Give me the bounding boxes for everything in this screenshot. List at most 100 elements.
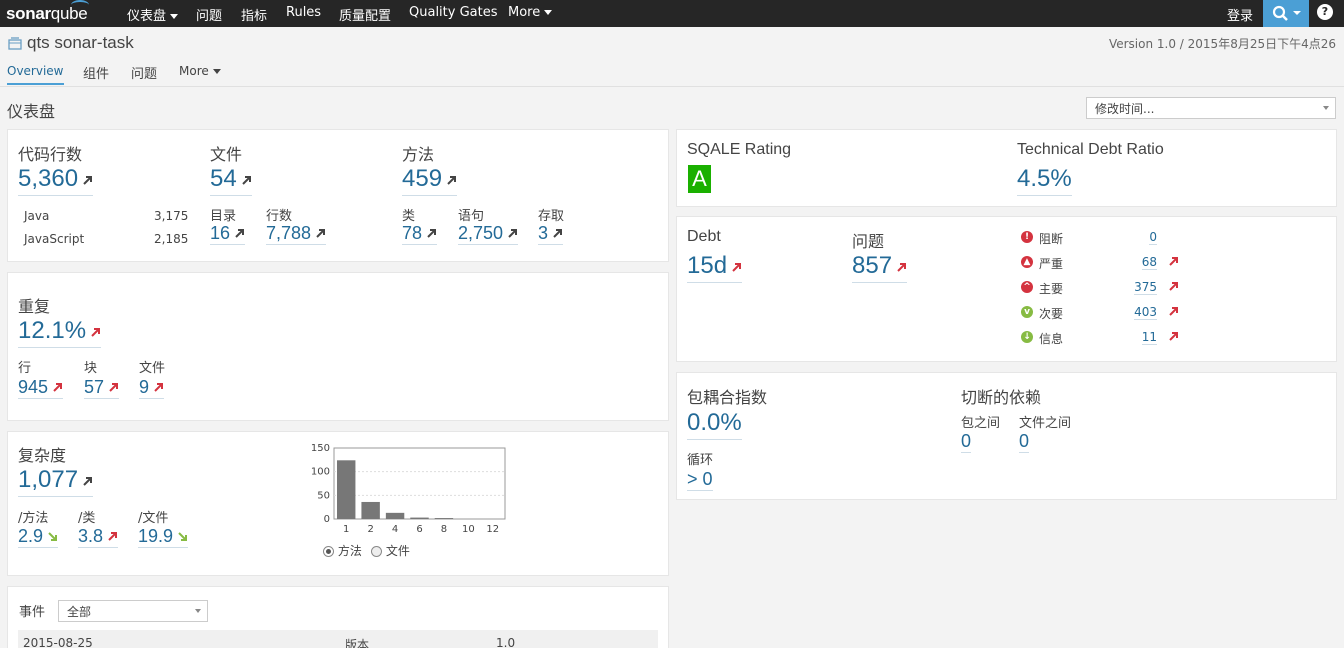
methods-value[interactable]: 459 xyxy=(402,165,458,196)
trend-up-bad-icon xyxy=(1169,307,1178,316)
tangle-value[interactable]: 0.0% xyxy=(687,409,742,440)
loc-value[interactable]: 5,360 xyxy=(18,165,94,196)
complexity-value[interactable]: 1,077 xyxy=(18,466,94,497)
issues-label: 问题 xyxy=(852,234,885,251)
between-files-value[interactable]: 0 xyxy=(1019,431,1030,453)
top-nav: sonarqube 仪表盘 问题 指标 Rules 质量配置 Quality G… xyxy=(0,0,1344,27)
trend-up-icon xyxy=(553,229,563,238)
chevron-down-icon xyxy=(1323,106,1329,110)
between-files-label: 文件之间 xyxy=(1019,416,1072,431)
radio-file[interactable]: 文件 xyxy=(371,542,410,559)
trend-up-icon xyxy=(508,229,518,238)
lines-value[interactable]: 7,788 xyxy=(266,223,327,245)
duplication-widget: 重复 12.1% 行 945 块 57 文件 9 xyxy=(7,272,669,421)
between-packages-label: 包之间 xyxy=(961,416,1001,431)
chart-bar xyxy=(361,501,380,519)
debt-value[interactable]: 15d xyxy=(687,252,743,283)
dup-lines-value[interactable]: 945 xyxy=(18,377,64,399)
complexity-distribution-chart: 0501001501 2 4 6 8 10 12 xyxy=(311,443,506,535)
help-icon[interactable]: ? xyxy=(1317,4,1333,20)
classes-value[interactable]: 78 xyxy=(402,223,438,245)
chart-x-tick-label: 2 xyxy=(367,524,373,535)
chart-y-tick-label: 50 xyxy=(317,490,330,501)
dup-files-label: 文件 xyxy=(139,361,166,376)
nav-quality-gates[interactable]: Quality Gates xyxy=(409,5,498,20)
radio-checked-icon xyxy=(323,546,334,557)
statements-label: 语句 xyxy=(458,209,485,224)
trend-up-bad-icon xyxy=(53,383,63,392)
duplication-label: 重复 xyxy=(18,299,51,316)
debt-label: Debt xyxy=(687,228,721,245)
trend-down-good-icon xyxy=(48,532,58,541)
chart-x-tick-label: 8 xyxy=(441,524,447,535)
chart-x-tick-label: 12 xyxy=(486,524,499,535)
duplication-value[interactable]: 12.1% xyxy=(18,317,102,348)
login-link[interactable]: 登录 xyxy=(1227,5,1253,24)
complexity-label: 复杂度 xyxy=(18,448,67,465)
dup-blocks-value[interactable]: 57 xyxy=(84,377,120,399)
project-icon xyxy=(8,37,22,50)
severity-count[interactable]: 68 xyxy=(1141,255,1157,270)
per-method-value[interactable]: 2.9 xyxy=(18,526,59,548)
chart-x-tick-label: 4 xyxy=(392,524,398,535)
statements-value[interactable]: 2,750 xyxy=(458,223,519,245)
tab-issues[interactable]: 问题 xyxy=(131,63,157,82)
table-row: 2015-08-25 版本 1.0 xyxy=(18,630,658,648)
chart-y-tick-label: 0 xyxy=(324,514,330,525)
sqale-rating-badge[interactable]: A xyxy=(688,165,711,193)
suspect-deps-label: 切断的依赖 xyxy=(961,390,1042,407)
severity-count[interactable]: 403 xyxy=(1134,305,1157,320)
dup-files-value[interactable]: 9 xyxy=(139,377,165,399)
period-select[interactable]: 修改时间... xyxy=(1086,97,1336,119)
files-label: 文件 xyxy=(210,147,243,164)
blocker-icon: ! xyxy=(1021,231,1033,243)
chevron-down-icon xyxy=(212,69,221,74)
radio-method[interactable]: 方法 xyxy=(323,542,362,559)
dup-lines-label: 行 xyxy=(18,361,32,376)
events-filter-select[interactable]: 全部 xyxy=(58,600,208,622)
nav-rules[interactable]: Rules xyxy=(286,5,321,20)
search-icon xyxy=(1272,5,1301,21)
trend-up-icon xyxy=(427,229,437,238)
radio-unchecked-icon xyxy=(371,546,382,557)
chart-x-tick-label: 10 xyxy=(462,524,475,535)
severity-count[interactable]: 375 xyxy=(1134,280,1157,295)
search-button[interactable] xyxy=(1263,0,1309,27)
files-value[interactable]: 54 xyxy=(210,165,252,196)
tab-overview[interactable]: Overview xyxy=(7,64,64,85)
event-name: 1.0 xyxy=(496,636,516,648)
sqale-rating-label: SQALE Rating xyxy=(687,141,792,158)
tab-more[interactable]: More xyxy=(179,64,221,78)
nav-measures[interactable]: 指标 xyxy=(241,5,267,24)
nav-quality-profiles[interactable]: 质量配置 xyxy=(339,5,391,24)
per-file-value[interactable]: 19.9 xyxy=(138,526,189,548)
sonarqube-logo[interactable]: sonarqube xyxy=(6,0,90,24)
loc-label: 代码行数 xyxy=(18,147,83,164)
between-packages-value[interactable]: 0 xyxy=(961,431,972,453)
accessors-value[interactable]: 3 xyxy=(538,223,564,245)
severity-name: 次要 xyxy=(1039,307,1064,321)
cycles-value[interactable]: > 0 xyxy=(687,469,713,491)
tangle-label: 包耦合指数 xyxy=(687,390,768,407)
nav-more[interactable]: More xyxy=(508,5,553,20)
per-file-label: /文件 xyxy=(138,511,169,526)
debt-ratio-value[interactable]: 4.5% xyxy=(1017,165,1072,196)
debt-ratio-label: Technical Debt Ratio xyxy=(1017,141,1164,158)
package-tangle-widget: 包耦合指数 0.0% 循环 > 0 切断的依赖 包之间 0 文件之间 0 xyxy=(676,372,1337,500)
chart-bar xyxy=(385,512,405,519)
severity-count[interactable]: 11 xyxy=(1141,330,1157,345)
classes-label: 类 xyxy=(402,209,416,224)
events-widget: 事件 全部 2015-08-25 版本 1.0 xyxy=(7,586,669,648)
trend-up-icon xyxy=(241,176,251,185)
minor-icon: v xyxy=(1021,306,1033,318)
dirs-value[interactable]: 16 xyxy=(210,223,246,245)
issues-value[interactable]: 857 xyxy=(852,252,908,283)
nav-dashboards[interactable]: 仪表盘 xyxy=(127,5,179,24)
tab-components[interactable]: 组件 xyxy=(83,63,109,82)
per-class-value[interactable]: 3.8 xyxy=(78,526,119,548)
severity-count[interactable]: 0 xyxy=(1149,230,1157,245)
methods-label: 方法 xyxy=(402,147,435,164)
critical-icon: ▲ xyxy=(1021,256,1033,268)
dup-blocks-label: 块 xyxy=(84,361,98,376)
nav-issues[interactable]: 问题 xyxy=(196,5,222,24)
